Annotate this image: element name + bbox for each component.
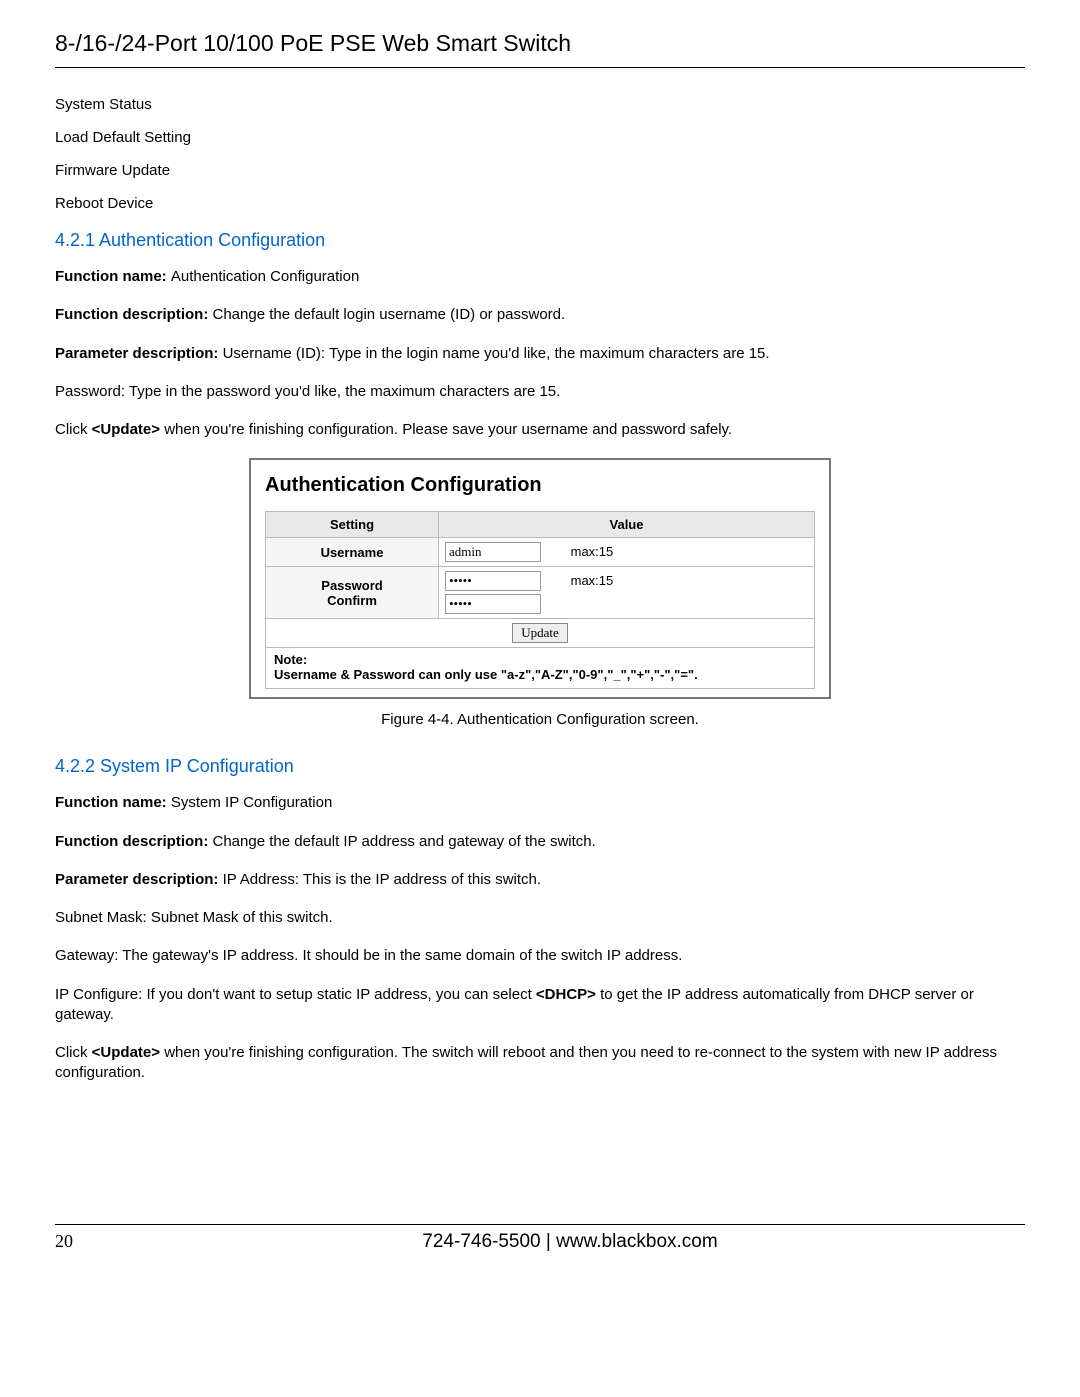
value: IP Address: This is the IP address of th… — [223, 871, 542, 888]
footer-phone: 724-746-5500 — [422, 1231, 540, 1252]
function-desc-line: Function description: Change the default… — [55, 305, 1025, 325]
header-rule — [55, 67, 1025, 68]
footer-sep: | — [541, 1231, 557, 1252]
password-line: Password: Type in the password you'd lik… — [55, 382, 1025, 402]
label: Function name: — [55, 268, 171, 285]
row-password-label: Password Confirm — [266, 567, 439, 619]
col-value: Value — [439, 512, 815, 538]
document-title: 8-/16-/24-Port 10/100 PoE PSE Web Smart … — [55, 30, 1025, 57]
confirm-input[interactable] — [445, 594, 541, 614]
gateway-line: Gateway: The gateway's IP address. It sh… — [55, 946, 1025, 966]
menu-item: System Status — [55, 96, 1025, 113]
menu-item: Firmware Update — [55, 162, 1025, 179]
password-input[interactable] — [445, 571, 541, 591]
label: Function description: — [55, 833, 213, 850]
text: Click — [55, 1044, 92, 1061]
text: IP Configure: If you don't want to setup… — [55, 986, 536, 1003]
note-text: Username & Password can only use "a-z","… — [274, 667, 806, 682]
figure-caption: Figure 4-4. Authentication Configuration… — [55, 711, 1025, 728]
text: when you're finishing configuration. The… — [55, 1044, 997, 1081]
config-table: Setting Value Username max:15 Password C… — [265, 511, 815, 648]
note-label: Note: — [274, 652, 806, 667]
footer-url: www.blackbox.com — [556, 1231, 718, 1252]
col-setting: Setting — [266, 512, 439, 538]
value: System IP Configuration — [171, 794, 332, 811]
password-label: Password — [272, 578, 432, 593]
update-button[interactable]: Update — [512, 623, 568, 643]
subnet-line: Subnet Mask: Subnet Mask of this switch. — [55, 908, 1025, 928]
section-heading-auth: 4.2.1 Authentication Configuration — [55, 230, 1025, 251]
text: when you're finishing configuration. Ple… — [160, 421, 732, 438]
note-block: Note: Username & Password can only use "… — [265, 648, 815, 689]
value: Authentication Configuration — [171, 268, 359, 285]
label: Function description: — [55, 306, 213, 323]
section-heading-ip: 4.2.2 System IP Configuration — [55, 756, 1025, 777]
text: Click — [55, 421, 92, 438]
menu-item: Load Default Setting — [55, 129, 1025, 146]
label: Function name: — [55, 794, 171, 811]
max-hint: max:15 — [571, 573, 614, 588]
ipconfigure-line: IP Configure: If you don't want to setup… — [55, 985, 1025, 1026]
row-username-label: Username — [266, 538, 439, 567]
dhcp-tag: <DHCP> — [536, 986, 596, 1003]
label: Parameter description: — [55, 345, 223, 362]
label: Parameter description: — [55, 871, 223, 888]
value: Change the default login username (ID) o… — [213, 306, 566, 323]
update-tag: <Update> — [92, 1044, 160, 1061]
function-desc-line: Function description: Change the default… — [55, 832, 1025, 852]
param-desc-line: Parameter description: Username (ID): Ty… — [55, 344, 1025, 364]
auth-config-screenshot: Authentication Configuration Setting Val… — [249, 458, 831, 699]
footer: 20 724-746-5500 | www.blackbox.com — [55, 1224, 1025, 1253]
click-update-line: Click <Update> when you're finishing con… — [55, 420, 1025, 440]
footer-text: 724-746-5500 | www.blackbox.com — [115, 1231, 1025, 1253]
username-input[interactable] — [445, 542, 541, 562]
menu-item: Reboot Device — [55, 195, 1025, 212]
page-number: 20 — [55, 1231, 115, 1252]
click-update-line: Click <Update> when you're finishing con… — [55, 1043, 1025, 1084]
value: Change the default IP address and gatewa… — [213, 833, 596, 850]
confirm-label: Confirm — [272, 593, 432, 608]
max-hint: max:15 — [571, 544, 614, 559]
function-name-line: Function name: System IP Configuration — [55, 793, 1025, 813]
param-desc-line: Parameter description: IP Address: This … — [55, 870, 1025, 890]
function-name-line: Function name: Authentication Configurat… — [55, 267, 1025, 287]
value: Username (ID): Type in the login name yo… — [223, 345, 770, 362]
update-tag: <Update> — [92, 421, 160, 438]
screenshot-title: Authentication Configuration — [265, 474, 815, 497]
